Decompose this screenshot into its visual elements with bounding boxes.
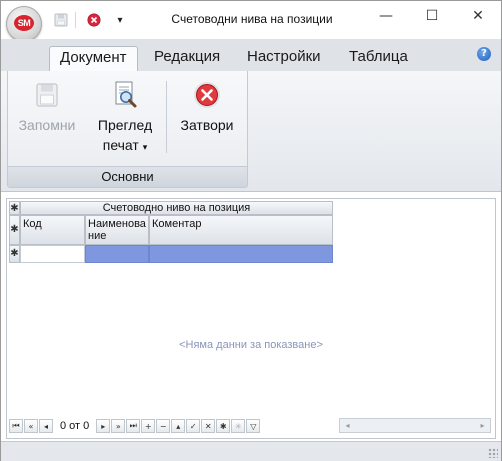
column-header-name-line2: ние: [88, 230, 107, 242]
nav-cancel-button[interactable]: ✕: [201, 419, 216, 433]
print-preview-icon: [109, 79, 141, 111]
nav-edit-button[interactable]: ▴: [171, 419, 186, 433]
application-window: SM ▾ Счетоводни нива на позиции — ☐ ✕ До…: [0, 0, 502, 461]
nav-next-button[interactable]: ▸: [96, 419, 111, 433]
horizontal-scrollbar[interactable]: ◂ ▸: [339, 418, 491, 433]
maximize-button[interactable]: ☐: [409, 1, 455, 31]
data-grid[interactable]: ✱ Счетоводно ниво на позиция ✱ Код Наиме…: [6, 198, 496, 439]
nav-append-button[interactable]: +: [141, 419, 156, 433]
empty-grid-message: <Няма данни за показване>: [179, 339, 323, 351]
new-row-cell-name[interactable]: [85, 245, 149, 263]
nav-last-button[interactable]: ⏭: [126, 419, 141, 433]
close-icon: [191, 79, 223, 111]
header-indicator[interactable]: ✱: [9, 215, 20, 245]
column-header-name-line1: Наименова: [88, 218, 146, 230]
nav-filter-button[interactable]: ▽: [246, 419, 261, 433]
status-bar: [1, 441, 501, 461]
title-bar: SM ▾ Счетоводни нива на позиции — ☐ ✕: [1, 1, 501, 42]
group-separator: [166, 81, 167, 153]
close-window-button[interactable]: ✕: [455, 1, 501, 31]
tab-settings[interactable]: Настройки: [237, 46, 331, 70]
nav-position-text: 0 от 0: [60, 420, 90, 432]
new-row-cell-comment[interactable]: [149, 245, 333, 263]
chevron-down-icon: ▾: [142, 142, 148, 152]
help-icon[interactable]: ?: [477, 47, 491, 61]
nav-next-page-button[interactable]: »: [111, 419, 126, 433]
band-header[interactable]: Счетоводно ниво на позиция: [20, 201, 333, 215]
nav-first-button[interactable]: ⏮: [9, 419, 23, 433]
ribbon-group-label: Основни: [8, 166, 247, 187]
ribbon-group-main: Запомни Преглед печат ▾ Затвори Основни: [7, 71, 248, 188]
column-header-comment[interactable]: Коментар: [149, 215, 333, 245]
print-preview-button[interactable]: Преглед печат ▾: [92, 79, 158, 157]
scroll-left-icon[interactable]: ◂: [341, 419, 354, 432]
nav-refresh-button[interactable]: ✱: [216, 419, 231, 433]
resize-grip-icon[interactable]: [488, 448, 498, 458]
band-indicator[interactable]: ✱: [9, 201, 20, 215]
nav-bookmark-button[interactable]: ✳: [231, 419, 246, 433]
nav-prev-page-button[interactable]: «: [24, 419, 38, 433]
tab-edit[interactable]: Редакция: [144, 46, 230, 70]
nav-delete-button[interactable]: −: [156, 419, 171, 433]
ribbon-panel: Запомни Преглед печат ▾ Затвори Основни: [1, 71, 501, 192]
save-button-label: Запомни: [18, 117, 76, 133]
ribbon-tab-bar: Документ Редакция Настройки Таблица ?: [1, 39, 501, 72]
data-navigator: ⏮ « ◂ 0 от 0 ▸ » ⏭ + − ▴ ✓ ✕ ✱ ✳ ▽: [9, 418, 261, 434]
minimize-button[interactable]: —: [363, 1, 409, 31]
nav-prev-button[interactable]: ◂: [39, 419, 53, 433]
close-button-label: Затвори: [180, 117, 234, 133]
print-preview-label-line1: Преглед: [97, 117, 153, 133]
window-controls: — ☐ ✕: [363, 1, 501, 31]
tab-table[interactable]: Таблица: [339, 46, 418, 70]
nav-post-button[interactable]: ✓: [186, 419, 201, 433]
column-header-name[interactable]: Наименова ние: [85, 215, 149, 245]
tab-document[interactable]: Документ: [49, 46, 138, 72]
new-row-cell-code[interactable]: [20, 245, 85, 263]
save-icon: [31, 79, 63, 111]
print-preview-label-line2: печат ▾: [102, 137, 148, 153]
column-header-code[interactable]: Код: [20, 215, 85, 245]
save-button[interactable]: Запомни: [16, 79, 78, 133]
scroll-right-icon[interactable]: ▸: [476, 419, 489, 432]
close-button[interactable]: Затвори: [174, 79, 240, 133]
new-row-indicator[interactable]: ✱: [9, 245, 20, 263]
